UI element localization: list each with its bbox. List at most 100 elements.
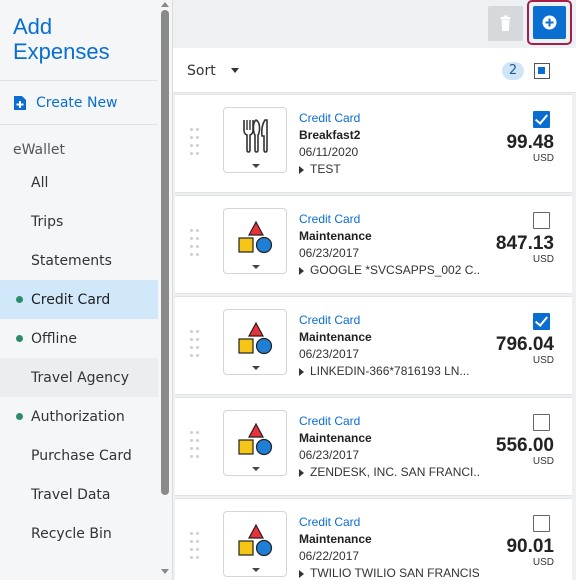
merchant-toggle[interactable]: TEST	[299, 162, 479, 176]
select-checkbox[interactable]	[533, 414, 550, 431]
drag-handle-icon[interactable]	[190, 431, 200, 461]
expense-card[interactable]: Credit Card Maintenance 06/22/2017 TWILIO T…	[175, 498, 572, 580]
shapes-icon	[224, 310, 286, 368]
scroll-up-arrow[interactable]	[161, 2, 169, 7]
create-new-label: Create New	[36, 95, 118, 111]
sidebar-item-purchase-card[interactable]: Purchase Card	[0, 436, 158, 475]
expense-date: 06/23/2017	[299, 448, 360, 462]
merchant-toggle[interactable]: GOOGLE *SVCSAPPS_002 C...	[299, 263, 479, 277]
sidebar-item-label: Recycle Bin	[31, 525, 112, 542]
section-label-ewallet: eWallet	[13, 142, 66, 158]
page-title: Add Expenses	[13, 14, 110, 64]
merchant-toggle[interactable]: LINKEDIN-366*7816193 LN...	[299, 364, 479, 378]
create-new-link[interactable]: Create New	[14, 92, 118, 114]
chevron-down-icon	[252, 568, 260, 572]
select-checkbox[interactable]	[533, 212, 550, 229]
shapes-icon	[224, 209, 286, 267]
scroll-down-arrow[interactable]	[161, 569, 169, 574]
utensils-icon	[224, 108, 286, 166]
divider	[0, 124, 158, 125]
sidebar-item-label: Travel Data	[31, 486, 111, 503]
merchant-name: TWILIO TWILIO SAN FRANCIS...	[310, 566, 479, 580]
add-expense-button[interactable]	[533, 6, 566, 39]
payment-type: Credit Card	[299, 414, 361, 428]
expense-currency: USD	[532, 456, 554, 467]
sidebar-item-label: Offline	[31, 330, 77, 347]
expense-card[interactable]: Credit Card Maintenance 06/23/2017 GOOGLE *…	[175, 195, 572, 294]
sidebar-item-statements[interactable]: Statements	[0, 241, 158, 280]
drag-handle-icon[interactable]	[190, 128, 200, 158]
select-all-checkbox[interactable]	[534, 63, 550, 79]
payment-type: Credit Card	[299, 212, 361, 226]
select-checkbox[interactable]	[533, 515, 550, 532]
sidebar-item-travel-data[interactable]: Travel Data	[0, 475, 158, 514]
caret-right-icon	[299, 266, 304, 275]
expense-currency: USD	[532, 355, 554, 366]
shapes-icon	[224, 512, 286, 570]
sort-dropdown[interactable]: Sort	[187, 63, 216, 79]
expense-type-picker[interactable]	[223, 107, 287, 173]
sidebar-scrollbar[interactable]	[161, 10, 169, 495]
sidebar-item-label: All	[31, 174, 49, 191]
expense-type-picker[interactable]	[223, 309, 287, 375]
sidebar-item-label: Credit Card	[31, 291, 111, 308]
expense-name: Breakfast2	[299, 128, 361, 142]
sidebar-item-label: Purchase Card	[31, 447, 132, 464]
status-dot	[16, 296, 23, 303]
sidebar-item-label: Authorization	[31, 408, 125, 425]
sort-bar: Sort 2	[173, 48, 576, 93]
chevron-down-icon	[252, 164, 260, 168]
expense-name: Maintenance	[299, 229, 372, 243]
sidebar-item-authorization[interactable]: Authorization	[0, 397, 158, 436]
sidebar-item-label: Trips	[31, 213, 64, 230]
drag-handle-icon[interactable]	[190, 330, 200, 360]
chevron-down-icon[interactable]	[231, 68, 239, 73]
expense-date: 06/11/2020	[299, 145, 359, 159]
divider	[0, 80, 158, 81]
expense-card[interactable]: Credit Card Maintenance 06/23/2017 LINKEDIN…	[175, 296, 572, 395]
sidebar-item-trips[interactable]: Trips	[0, 202, 158, 241]
drag-handle-icon[interactable]	[190, 532, 200, 562]
trash-icon	[500, 15, 511, 31]
plus-circle-icon	[542, 15, 557, 30]
expense-type-picker[interactable]	[223, 511, 287, 577]
expense-amount: 796.04	[495, 334, 554, 355]
drag-handle-icon[interactable]	[190, 229, 200, 259]
merchant-name: TEST	[310, 162, 341, 176]
main-panel: Sort 2 Credit Card Breakfast2 06/11/2020 TE…	[173, 0, 581, 580]
chevron-down-icon	[252, 467, 260, 471]
merchant-name: LINKEDIN-366*7816193 LN...	[310, 364, 470, 378]
sidebar-item-offline[interactable]: Offline	[0, 319, 158, 358]
select-checkbox[interactable]	[533, 111, 550, 128]
expense-date: 06/22/2017	[299, 549, 360, 563]
selected-count-badge: 2	[502, 62, 524, 80]
sidebar-item-credit-card[interactable]: Credit Card	[0, 280, 158, 319]
payment-type: Credit Card	[299, 313, 361, 327]
expense-name: Maintenance	[299, 330, 372, 344]
caret-right-icon	[299, 569, 304, 578]
sidebar-item-label: Statements	[31, 252, 112, 269]
expense-type-picker[interactable]	[223, 410, 287, 476]
payment-type: Credit Card	[299, 111, 361, 125]
toolbar	[173, 0, 576, 48]
expense-date: 06/23/2017	[299, 347, 360, 361]
delete-button[interactable]	[488, 6, 523, 41]
expense-currency: USD	[532, 557, 554, 568]
merchant-toggle[interactable]: TWILIO TWILIO SAN FRANCIS...	[299, 566, 479, 580]
sidebar-nav: All Trips Statements Credit Card Offline Trav…	[0, 163, 158, 553]
sidebar-item-all[interactable]: All	[0, 163, 158, 202]
expense-name: Maintenance	[299, 532, 372, 546]
expense-list: Credit Card Breakfast2 06/11/2020 TEST 99.48…	[173, 93, 576, 580]
expense-currency: USD	[532, 153, 554, 164]
payment-type: Credit Card	[299, 515, 361, 529]
add-document-icon	[14, 96, 26, 110]
sidebar-item-travel-agency[interactable]: Travel Agency	[0, 358, 158, 397]
expense-card[interactable]: Credit Card Maintenance 06/23/2017 ZENDESK,…	[175, 397, 572, 496]
sidebar-item-recycle-bin[interactable]: Recycle Bin	[0, 514, 158, 553]
merchant-toggle[interactable]: ZENDESK, INC. SAN FRANCI...	[299, 465, 479, 479]
caret-right-icon	[299, 367, 304, 376]
expense-type-picker[interactable]	[223, 208, 287, 274]
list-scrollbar[interactable]	[576, 0, 581, 580]
select-checkbox[interactable]	[533, 313, 550, 330]
expense-card[interactable]: Credit Card Breakfast2 06/11/2020 TEST 99.48…	[175, 94, 572, 193]
